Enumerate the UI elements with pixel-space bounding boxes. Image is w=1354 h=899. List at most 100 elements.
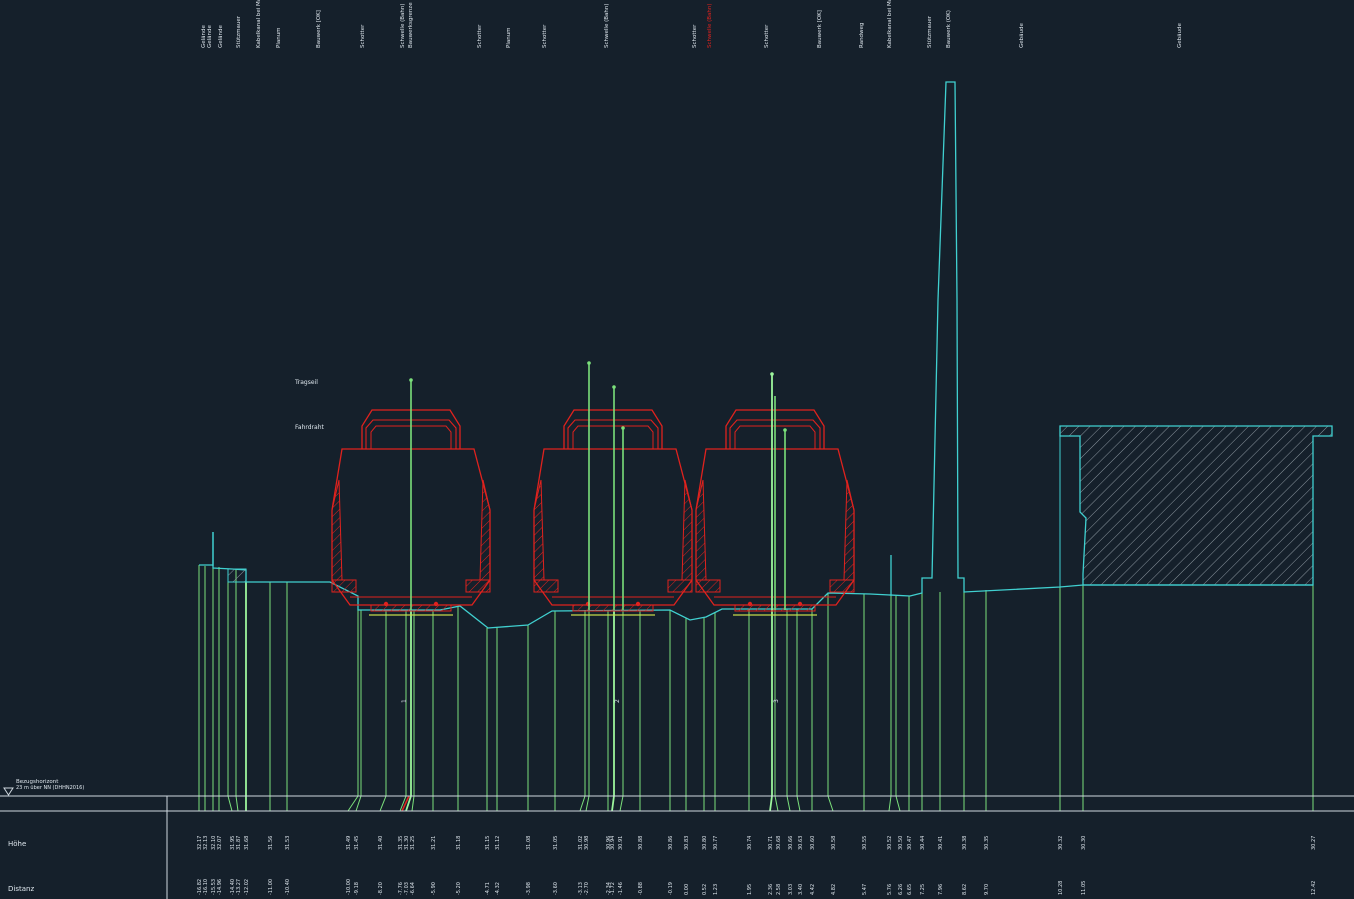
distanz-value: 0.52: [702, 884, 708, 895]
distanz-value: 11.05: [1081, 881, 1087, 895]
top-labels: Gelände Gelände Gelände Stützmauer Kabelkana…: [201, 0, 1183, 48]
top-label: Schotter: [692, 24, 698, 48]
top-label: Planum: [276, 27, 282, 48]
distanz-value: 3.03: [788, 884, 794, 895]
top-label: Planum: [506, 27, 512, 48]
station-line: [579, 610, 586, 812]
distanz-value: -1.46: [618, 882, 624, 895]
hoehe-value: 30.68: [776, 836, 782, 850]
top-label: Gebäude: [1019, 23, 1025, 48]
hoehe-value: 30.60: [810, 836, 816, 850]
distanz-value: 10.28: [1058, 881, 1064, 895]
hoehe-value: 31.18: [456, 836, 462, 850]
sleeper: [572, 604, 654, 612]
distanz-value: -10.40: [285, 879, 291, 895]
hoehe-value: 30.74: [747, 836, 753, 850]
hoehe-value: 31.49: [346, 836, 352, 850]
station-line: [411, 610, 415, 812]
top-label: Stützmauer: [927, 15, 933, 48]
distanz-value: 12.42: [1311, 881, 1317, 895]
hoehe-value: 31.53: [285, 836, 291, 850]
hoehe-value: 30.30: [1081, 836, 1087, 850]
bogie-right: [829, 579, 855, 593]
train-car: [533, 409, 693, 616]
top-label: Schotter: [477, 24, 483, 48]
bogie-right: [465, 579, 491, 593]
top-label: Schwelle (Bahn): [400, 4, 406, 48]
hoehe-value: 30.77: [713, 836, 719, 850]
distanz-value: 6.26: [898, 884, 904, 895]
hoehe-value: 31.05: [553, 836, 559, 850]
distanz-value: -5.20: [456, 882, 462, 895]
hoehe-value: 31.21: [431, 836, 437, 850]
distanz-value: -14.96: [217, 879, 223, 895]
distanz-value: 7.25: [920, 884, 926, 895]
hoehe-value: 30.55: [862, 836, 868, 850]
pantograph-inner-2: [572, 425, 654, 449]
top-label: Bauwerk [OK]: [817, 10, 823, 48]
top-label: Gelände: [218, 24, 224, 48]
cross-section-drawing: Tragseil Fahrdraht 1 2 3 Gelände Gelände G…: [0, 0, 1354, 899]
rail-left: [747, 601, 753, 607]
distanz-value: 2.36: [768, 884, 774, 895]
distanz-value: 4.82: [831, 884, 837, 895]
building: [1059, 425, 1333, 586]
hoehe-value: 30.66: [788, 836, 794, 850]
station-lines: [198, 565, 1314, 812]
hoehe-value: 31.87: [236, 836, 242, 850]
catenary-point-3a: [770, 372, 774, 376]
distanz-value: -12.02: [244, 879, 250, 895]
hoehe-value: 30.88: [638, 836, 644, 850]
catenary-point-2a: [587, 361, 591, 365]
hoehe-value: 30.83: [684, 836, 690, 850]
hoehe-value: 31.68: [244, 836, 250, 850]
pantograph-inner: [567, 419, 659, 449]
top-label: Schotter: [360, 24, 366, 48]
table-values: 32.17-16.8232.13-16.1032.10-15.5332.07-1…: [197, 836, 1317, 895]
hoehe-value: 30.41: [938, 836, 944, 850]
distanz-value: 9.70: [984, 884, 990, 895]
bogie-left: [533, 579, 559, 593]
distanz-value: -16.10: [203, 879, 209, 895]
bogie-left: [331, 579, 357, 593]
catenary-point-3c: [783, 428, 787, 432]
top-label: Bauwerksgrenze: [408, 2, 414, 48]
hoehe-value: 30.86: [668, 836, 674, 850]
distanz-value: 5.47: [862, 884, 868, 895]
terrain-profile: [199, 81, 1333, 629]
row-label-hoehe: Höhe: [8, 840, 26, 848]
station-line: [399, 610, 407, 812]
hoehe-value: 30.94: [610, 836, 616, 850]
rail-left: [383, 601, 389, 607]
station-line: [235, 569, 239, 812]
distanz-value: 6.65: [907, 884, 913, 895]
top-label: Kabelkanal bei Mast: [256, 0, 262, 48]
hoehe-value: 31.08: [526, 836, 532, 850]
station-line: [796, 609, 801, 812]
rail-right: [635, 601, 641, 607]
station-line: [769, 609, 773, 812]
top-label: Schwelle (Bahn): [707, 4, 713, 48]
top-label: Schotter: [764, 24, 770, 48]
top-label: Stützmauer: [236, 15, 242, 48]
top-label: Randweg: [859, 23, 865, 48]
top-label: Gelände: [207, 24, 213, 48]
pantograph: [563, 409, 663, 449]
distanz-value: -0.19: [668, 882, 674, 895]
hoehe-value: 31.25: [410, 836, 416, 850]
hoehe-value: 30.71: [768, 836, 774, 850]
distanz-value: 5.76: [887, 884, 893, 895]
distanz-value: -2.70: [584, 882, 590, 895]
bogie-left: [695, 579, 721, 593]
distanz-value: -0.88: [638, 882, 644, 895]
distanz-value: -3.98: [526, 882, 532, 895]
hoehe-value: 30.80: [702, 836, 708, 850]
track-number-1: 1: [401, 699, 408, 703]
station-line: [774, 609, 779, 812]
station-line: [405, 610, 412, 812]
datum-triangle-icon: [3, 787, 14, 796]
station-line: [619, 610, 624, 812]
station-line: [888, 596, 892, 812]
car-wall-left: [331, 479, 343, 581]
car-wall-left: [695, 479, 707, 581]
